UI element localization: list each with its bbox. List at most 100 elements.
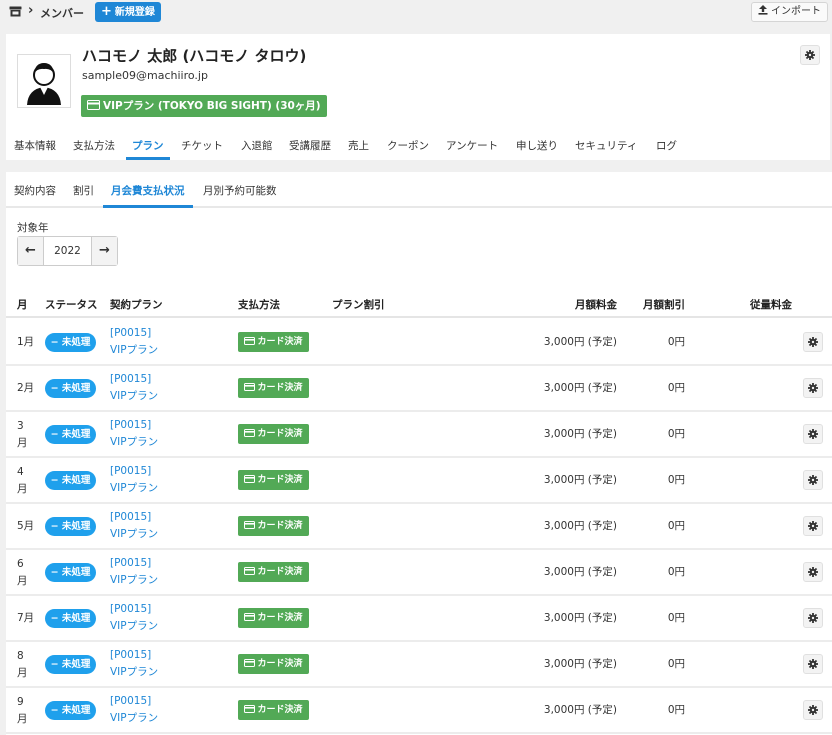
row-settings-button[interactable] <box>803 332 823 352</box>
row-settings-button[interactable] <box>803 470 823 490</box>
status-label: 未処理 <box>61 521 91 532</box>
tab-coupon[interactable]: クーポン <box>387 138 429 160</box>
gear-icon <box>805 50 815 60</box>
plan-name[interactable]: VIPプラン <box>110 526 158 543</box>
row-settings-button[interactable] <box>803 608 823 628</box>
tab-security[interactable]: セキュリティ <box>575 138 637 160</box>
payment-label: カード決済 <box>257 337 303 347</box>
payment-label: カード決済 <box>257 521 303 531</box>
status-badge[interactable]: − 未処理 <box>45 655 96 674</box>
import-button[interactable]: インポート <box>751 2 828 22</box>
plan-badge-label: VIPプラン (TOKYO BIG SIGHT) (30ヶ月) <box>103 100 321 112</box>
plan-code[interactable]: [P0015] <box>110 555 158 572</box>
status-badge[interactable]: − 未処理 <box>45 701 96 720</box>
plan-name[interactable]: VIPプラン <box>110 618 158 635</box>
minus-icon: − <box>50 383 62 394</box>
status-badge[interactable]: − 未処理 <box>45 333 96 352</box>
tab-survey[interactable]: アンケート <box>446 138 498 160</box>
monthly-fee-value: 3,000円 (予定) <box>543 704 617 716</box>
plan-name[interactable]: VIPプラン <box>110 664 158 681</box>
table-row: 3月 − 未処理 [P0015] VIPプラン カード決済 3,000円 (予定) 0円 <box>6 412 832 458</box>
sub-tabs: 契約内容 割引 月会費支払状況 月別予約可能数 <box>6 172 832 208</box>
subtab-monthly-fee-status[interactable]: 月会費支払状況 <box>103 183 193 208</box>
status-badge[interactable]: − 未処理 <box>45 517 96 536</box>
tab-basic-info[interactable]: 基本情報 <box>14 138 56 160</box>
plan-name[interactable]: VIPプラン <box>110 434 158 451</box>
plan-link[interactable]: [P0015] VIPプラン <box>110 371 158 405</box>
tab-sales[interactable]: 売上 <box>348 138 369 160</box>
row-settings-button[interactable] <box>803 424 823 444</box>
row-settings-button[interactable] <box>803 700 823 720</box>
plan-name[interactable]: VIPプラン <box>110 342 158 359</box>
plan-code[interactable]: [P0015] <box>110 417 158 434</box>
plan-code[interactable]: [P0015] <box>110 647 158 664</box>
tab-payment-method[interactable]: 支払方法 <box>73 138 115 160</box>
status-badge[interactable]: − 未処理 <box>45 563 96 582</box>
row-month: 9月 <box>17 696 28 725</box>
credit-card-icon <box>87 100 100 110</box>
plan-name[interactable]: VIPプラン <box>110 710 158 727</box>
plan-link[interactable]: [P0015] VIPプラン <box>110 325 158 359</box>
plan-link[interactable]: [P0015] VIPプラン <box>110 509 158 543</box>
row-settings-button[interactable] <box>803 516 823 536</box>
status-badge[interactable]: − 未処理 <box>45 471 96 490</box>
row-settings-button[interactable] <box>803 654 823 674</box>
plan-code[interactable]: [P0015] <box>110 325 158 342</box>
plan-link[interactable]: [P0015] VIPプラン <box>110 555 158 589</box>
subtab-monthly-reservations[interactable]: 月別予約可能数 <box>203 183 277 208</box>
monthly-fee-value: 3,000円 (予定) <box>543 566 617 578</box>
year-value[interactable]: 2022 <box>44 237 91 265</box>
plan-code[interactable]: [P0015] <box>110 509 158 526</box>
tab-handover[interactable]: 申し送り <box>516 138 558 160</box>
tab-ticket[interactable]: チケット <box>181 138 223 160</box>
plan-link[interactable]: [P0015] VIPプラン <box>110 463 158 497</box>
payment-label: カード決済 <box>257 613 303 623</box>
member-settings-button[interactable] <box>800 45 820 65</box>
plan-name[interactable]: VIPプラン <box>110 480 158 497</box>
plan-code[interactable]: [P0015] <box>110 693 158 710</box>
monthly-discount-value: 0円 <box>667 382 685 394</box>
prev-year-button[interactable]: ← <box>18 237 44 265</box>
breadcrumb[interactable]: メンバー <box>40 5 84 21</box>
plan-link[interactable]: [P0015] VIPプラン <box>110 647 158 681</box>
plan-code[interactable]: [P0015] <box>110 601 158 618</box>
plan-code[interactable]: [P0015] <box>110 463 158 480</box>
minus-icon: − <box>50 613 62 624</box>
monthly-fee-value: 3,000円 (予定) <box>543 382 617 394</box>
subtab-discount[interactable]: 割引 <box>73 183 94 208</box>
plan-code[interactable]: [P0015] <box>110 371 158 388</box>
tab-entry-exit[interactable]: 入退館 <box>241 138 273 160</box>
tab-log[interactable]: ログ <box>656 138 677 160</box>
row-settings-button[interactable] <box>803 562 823 582</box>
tab-plan[interactable]: プラン <box>126 138 170 160</box>
tab-attendance-history[interactable]: 受講履歴 <box>289 138 331 160</box>
status-badge[interactable]: − 未処理 <box>45 379 96 398</box>
status-badge[interactable]: − 未処理 <box>45 425 96 444</box>
user-avatar-icon <box>27 63 61 105</box>
monthly-fee-value: 3,000円 (予定) <box>543 474 617 486</box>
next-year-button[interactable]: → <box>91 237 117 265</box>
plan-link[interactable]: [P0015] VIPプラン <box>110 417 158 451</box>
monthly-discount-value: 0円 <box>667 658 685 670</box>
new-member-button[interactable]: + 新規登録 <box>95 2 161 22</box>
payment-label: カード決済 <box>257 659 303 669</box>
subtab-contract[interactable]: 契約内容 <box>14 183 56 208</box>
row-month: 7月 <box>17 612 35 624</box>
upload-icon <box>758 5 768 15</box>
table-row: 1月 − 未処理 [P0015] VIPプラン カード決済 3,000円 (予定) 0円 <box>6 320 832 366</box>
payment-label: カード決済 <box>257 705 303 715</box>
top-bar: › メンバー + 新規登録 インポート <box>0 0 832 26</box>
table-row: 4月 − 未処理 [P0015] VIPプラン カード決済 3,000円 (予定) 0円 <box>6 458 832 504</box>
plan-link[interactable]: [P0015] VIPプラン <box>110 693 158 727</box>
status-label: 未処理 <box>61 613 91 624</box>
col-usage-fee: 従量料金 <box>750 299 792 311</box>
plan-name[interactable]: VIPプラン <box>110 388 158 405</box>
store-icon[interactable] <box>9 6 22 17</box>
status-badge[interactable]: − 未処理 <box>45 609 96 628</box>
plan-link[interactable]: [P0015] VIPプラン <box>110 601 158 635</box>
row-settings-button[interactable] <box>803 378 823 398</box>
plan-name[interactable]: VIPプラン <box>110 572 158 589</box>
credit-card-icon <box>244 567 256 575</box>
credit-card-icon <box>244 383 256 391</box>
status-label: 未処理 <box>61 705 91 716</box>
